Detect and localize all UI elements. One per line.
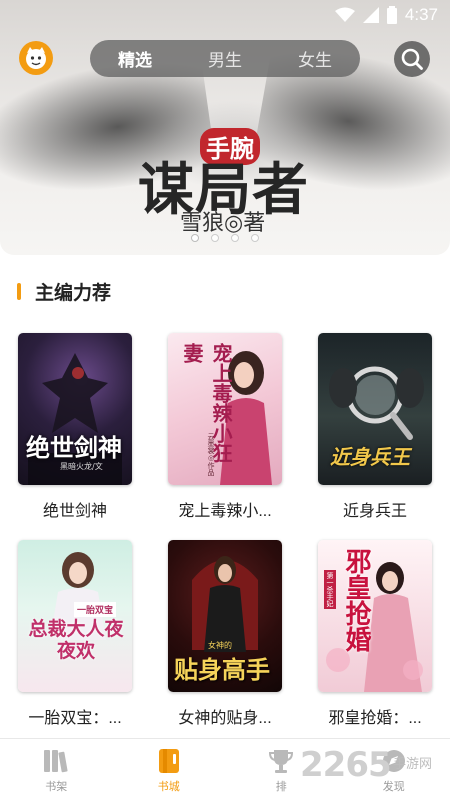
banner-dot[interactable]	[211, 234, 219, 242]
status-bar: 4:37	[0, 0, 450, 30]
trophy-icon	[269, 750, 294, 773]
book-card[interactable]: 绝世剑神 黑暗火龙/文 绝世剑神	[18, 333, 132, 521]
cover-title: 近身兵王	[330, 445, 410, 469]
book-cover: 近身兵王	[318, 333, 432, 485]
tab-featured[interactable]: 精选	[90, 46, 180, 71]
watermark-logo: 2265	[300, 745, 392, 785]
book-title: 一胎双宝：...	[28, 710, 122, 727]
book-cover: 宠上毒辣小狂妻 云墨裳◎作品	[168, 333, 282, 485]
book-cover: 一胎双宝 总裁大人夜夜欢	[18, 540, 132, 692]
book-card[interactable]: 宠上毒辣小狂妻 云墨裳◎作品 宠上毒辣小...	[168, 333, 282, 521]
user-avatar-button[interactable]	[19, 41, 53, 75]
nav-label: 排	[275, 781, 287, 793]
bookshelf-icon	[44, 750, 68, 773]
search-button[interactable]	[394, 41, 430, 77]
banner-pagination	[0, 234, 450, 242]
cover-subtitle: 一胎双宝	[74, 602, 117, 617]
battery-icon	[386, 6, 397, 24]
banner-dot[interactable]	[251, 234, 259, 242]
face-icon	[26, 47, 46, 69]
tab-male[interactable]: 男生	[180, 46, 270, 71]
banner-dot[interactable]	[191, 234, 199, 242]
nav-label: 书架	[45, 781, 68, 793]
book-card[interactable]: 第一杀手妃 邪皇抢婚 邪皇抢婚：...	[318, 540, 432, 728]
bookstore-icon	[158, 749, 179, 773]
book-title: 邪皇抢婚：...	[328, 710, 422, 727]
woman-figure-icon	[326, 562, 423, 692]
book-card[interactable]: 近身兵王 近身兵王	[318, 333, 432, 521]
section-title: 主编力荐	[35, 283, 112, 304]
cover-title: 总裁大人夜夜欢	[28, 618, 124, 662]
book-title: 绝世剑神	[42, 503, 107, 520]
nav-item-bookshelf[interactable]: 书架	[0, 739, 113, 799]
book-title: 近身兵王	[342, 503, 407, 520]
cover-author: 云墨裳◎作品	[207, 433, 215, 476]
tab-female[interactable]: 女生	[270, 46, 360, 71]
app-screen: 手腕 谋局者 雪狼◎著 4:37 精选 男生 女生 主编力荐 绝世剑神 黑暗火龙…	[0, 0, 450, 799]
section-accent-bar	[17, 283, 21, 300]
cover-title: 绝世剑神	[26, 433, 122, 462]
section-header: 主编力荐	[17, 278, 111, 305]
book-title: 女神的贴身...	[178, 710, 272, 727]
nav-label: 书城	[157, 781, 180, 793]
cover-title: 贴身高手	[174, 655, 270, 684]
banner-author: 雪狼◎著	[180, 211, 266, 236]
wifi-icon	[334, 7, 355, 22]
book-cover: 女神的 贴身高手	[168, 540, 282, 692]
cover-author: 黑暗火龙/文	[60, 462, 103, 471]
book-card[interactable]: 一胎双宝 总裁大人夜夜欢 一胎双宝：...	[18, 540, 132, 728]
book-cover: 第一杀手妃 邪皇抢婚	[318, 540, 432, 692]
cover-title: 邪皇抢婚	[341, 548, 371, 652]
book-card[interactable]: 女神的 贴身高手 女神的贴身...	[168, 540, 282, 728]
cover-subtitle: 第一杀手妃	[324, 570, 336, 609]
status-time: 4:37	[404, 5, 438, 24]
category-tabs: 精选 男生 女生	[90, 40, 360, 77]
watermark-sub: 手游网	[393, 756, 433, 771]
nav-item-bookstore[interactable]: 书城	[113, 739, 226, 799]
banner-dot[interactable]	[231, 234, 239, 242]
search-icon	[401, 48, 423, 70]
book-title: 宠上毒辣小...	[178, 503, 272, 520]
book-cover: 绝世剑神 黑暗火龙/文	[18, 333, 132, 485]
banner-carousel[interactable]: 手腕 谋局者 雪狼◎著	[0, 0, 450, 255]
signal-icon	[362, 7, 379, 23]
